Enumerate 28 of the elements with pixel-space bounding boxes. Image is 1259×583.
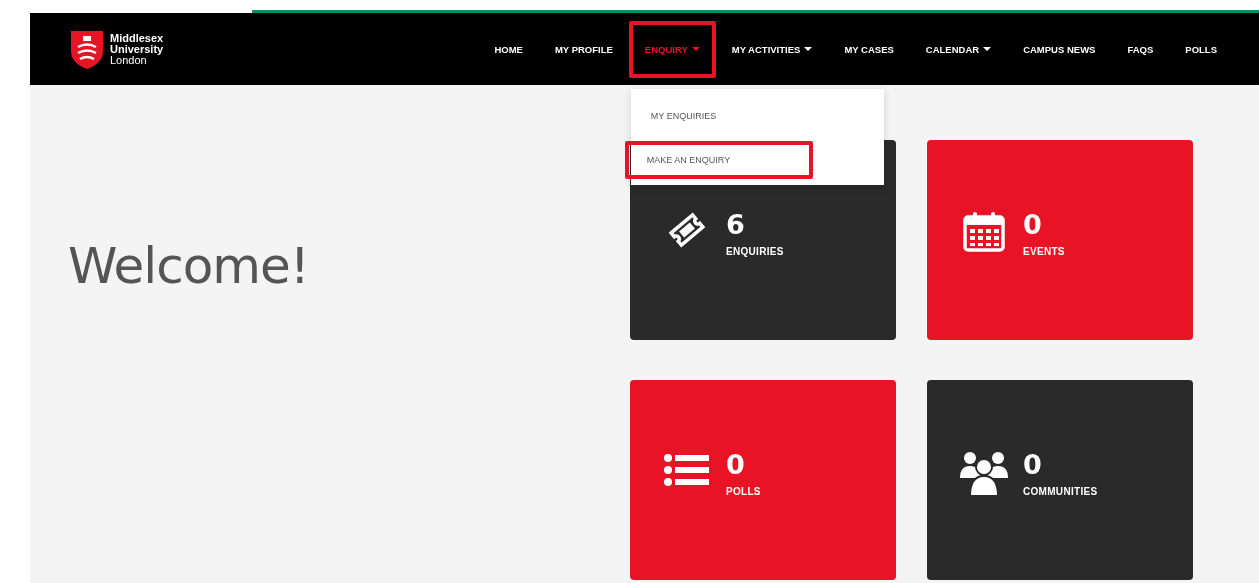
stat-label: POLLS (726, 486, 761, 497)
nav-link[interactable]: FAQS (1111, 20, 1170, 78)
calendar-icon (962, 210, 1006, 254)
ticket-icon (667, 210, 707, 250)
stat-card[interactable]: 0 POLLS (630, 380, 896, 580)
stat-card[interactable]: 0 EVENTS (927, 140, 1193, 340)
nav-link[interactable]: CALENDAR (909, 20, 1008, 78)
nav-link[interactable]: MY CASES (828, 20, 910, 78)
menu-item[interactable]: MAKE AN ENQUIRY (624, 140, 813, 179)
stat-count: 0 (1023, 450, 1043, 480)
stat-label: ENQUIRIES (726, 246, 784, 257)
nav-link[interactable]: MY PROFILE (538, 20, 629, 78)
nav-link[interactable]: ENQUIRY (628, 20, 716, 78)
logo-text: Middlesex University London (110, 32, 164, 66)
nav-link[interactable]: MY ACTIVITIES (715, 20, 829, 78)
stat-card[interactable]: 0 COMMUNITIES (927, 380, 1193, 580)
people-icon (959, 450, 1009, 496)
nav-link[interactable]: HOME (478, 20, 539, 78)
logo-icon (70, 29, 104, 69)
stat-count: 0 (1023, 210, 1043, 240)
nav-link[interactable]: CAMPUS NEWS (1007, 20, 1112, 78)
menu-item[interactable]: MY ENQUIRIES (630, 96, 817, 135)
stat-count: 6 (726, 210, 746, 240)
stat-label: EVENTS (1023, 246, 1065, 257)
stat-label: COMMUNITIES (1023, 486, 1098, 497)
nav-link[interactable]: POLLS (1169, 20, 1233, 78)
welcome-heading: Welcome! (68, 237, 310, 295)
stat-count: 0 (726, 450, 746, 480)
